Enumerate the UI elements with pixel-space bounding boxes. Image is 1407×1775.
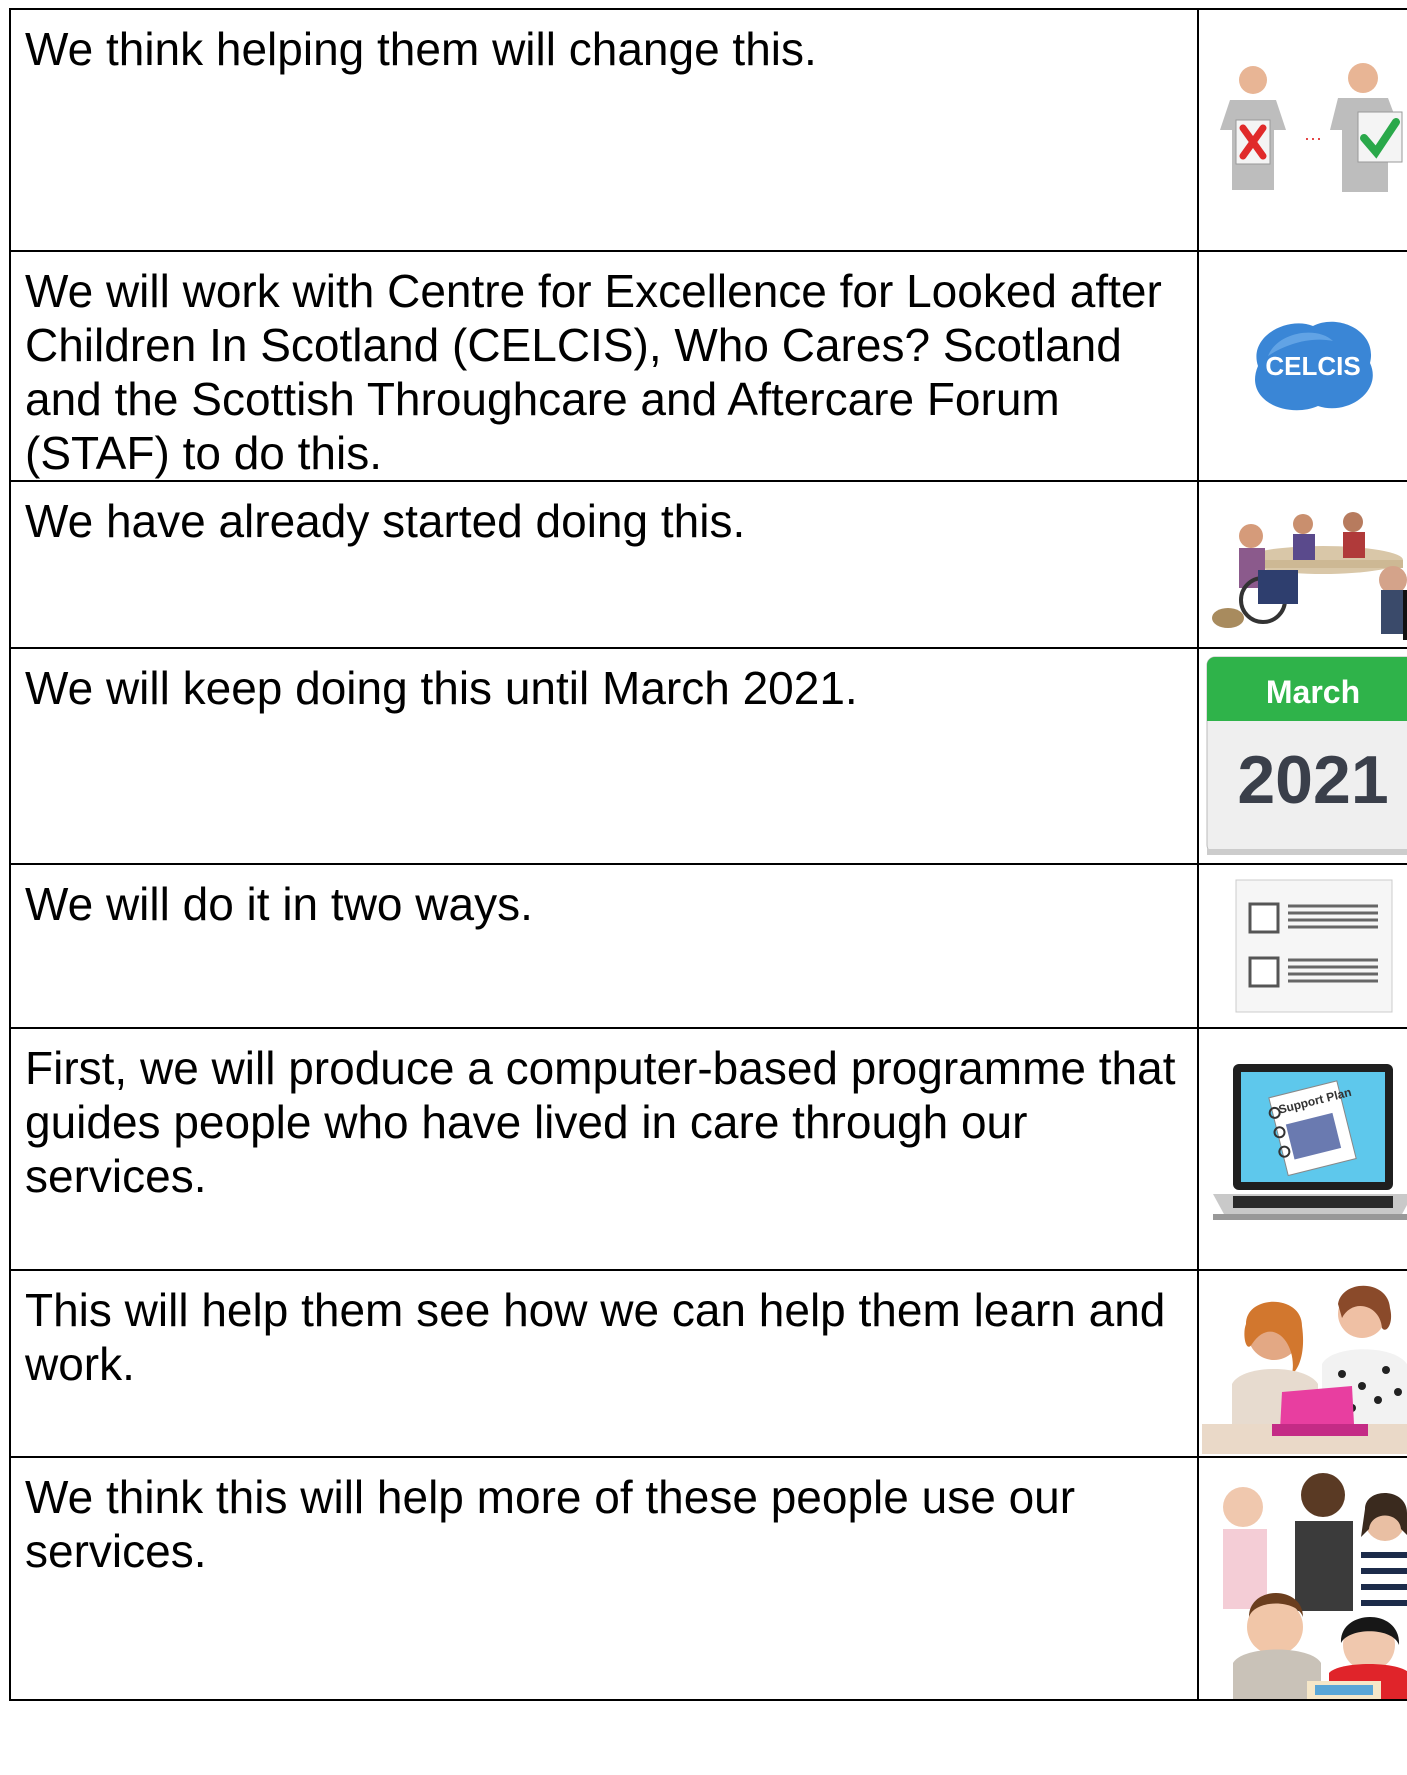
person-with-tick — [1330, 63, 1403, 192]
calendar-year: 2021 — [1237, 742, 1388, 818]
row-picture-cell: March 2021 — [1197, 647, 1407, 865]
two-people-tablet-picture — [1199, 1271, 1407, 1456]
table-row: We think this will help more of these pe… — [9, 1456, 1407, 1701]
row-text: First, we will produce a computer-based … — [9, 1027, 1199, 1271]
group-of-people-picture — [1199, 1458, 1407, 1699]
table-row: This will help them see how we can help … — [9, 1269, 1407, 1458]
calendar-icon: March 2021 — [1199, 649, 1407, 863]
row-picture-cell — [1197, 863, 1407, 1029]
table-row: We think helping them will change this. … — [9, 8, 1407, 252]
row-text: We will do it in two ways. — [9, 863, 1199, 1029]
table-row: First, we will produce a computer-based … — [9, 1027, 1407, 1271]
table-row: We will work with Centre for Excellence … — [9, 250, 1407, 482]
row-text: We will keep doing this until March 2021… — [9, 647, 1199, 865]
row-text: We think this will help more of these pe… — [9, 1456, 1199, 1701]
row-picture-cell — [1197, 480, 1407, 649]
change-bad-to-good-picture: ··· — [1199, 10, 1407, 250]
easy-read-table: We think helping them will change this. … — [9, 8, 1407, 1701]
row-picture-cell: Support Plan — [1197, 1027, 1407, 1271]
celcis-logo: CELCIS — [1199, 252, 1407, 480]
row-picture-cell — [1197, 1456, 1407, 1701]
table-row: We have already started doing this. — [9, 480, 1407, 649]
celcis-logo-text: CELCIS — [1265, 351, 1360, 381]
row-picture-cell: ··· — [1197, 8, 1407, 252]
checklist-icon — [1199, 865, 1407, 1027]
laptop-support-plan-picture: Support Plan — [1199, 1029, 1407, 1269]
table-row: We will keep doing this until March 2021… — [9, 647, 1407, 865]
row-text: We think helping them will change this. — [9, 8, 1199, 252]
group-meeting-picture — [1199, 482, 1407, 647]
person-with-cross — [1220, 66, 1286, 190]
row-picture-cell — [1197, 1269, 1407, 1458]
row-text: We have already started doing this. — [9, 480, 1199, 649]
table-row: We will do it in two ways. — [9, 863, 1407, 1029]
row-picture-cell: CELCIS — [1197, 250, 1407, 482]
row-text: This will help them see how we can help … — [9, 1269, 1199, 1458]
row-text: We will work with Centre for Excellence … — [9, 250, 1199, 482]
svg-text:···: ··· — [1304, 128, 1322, 148]
calendar-month: March — [1266, 674, 1360, 710]
